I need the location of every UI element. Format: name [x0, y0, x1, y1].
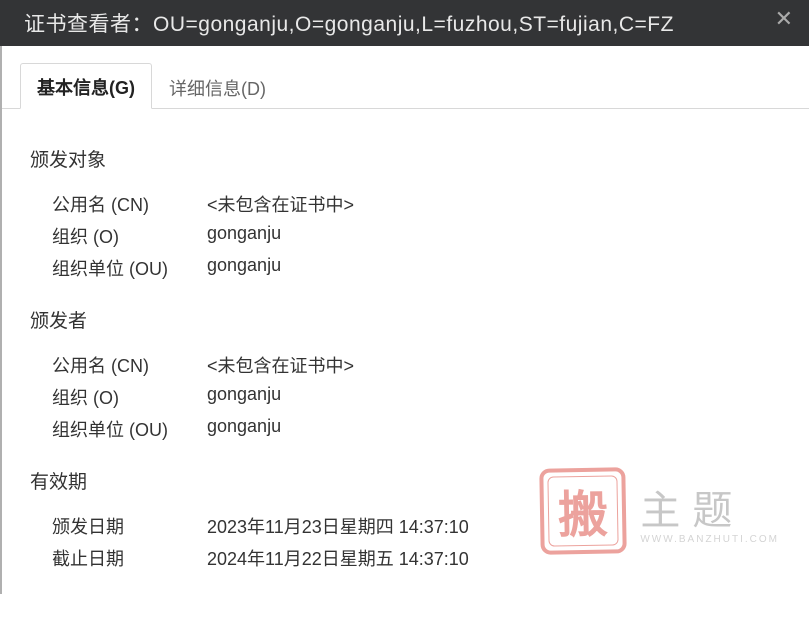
section-heading-subject: 颁发对象: [30, 145, 781, 172]
close-icon[interactable]: ✕: [769, 6, 799, 32]
field-value-cn: <未包含在证书中>: [207, 191, 354, 217]
dialog-title: 证书查看者：OU=gonganju,O=gonganju,L=fuzhou,ST…: [24, 8, 674, 38]
field-value-ou: gonganju: [207, 255, 281, 281]
field-value-cn: <未包含在证书中>: [207, 352, 354, 378]
field-row: 组织 (O) gonganju: [30, 220, 781, 252]
field-value-expires: 2024年11月22日星期五 14:37:10: [207, 545, 469, 571]
field-row: 截止日期 2024年11月22日星期五 14:37:10: [30, 542, 781, 574]
field-label-o: 组织 (O): [52, 384, 207, 410]
field-label-cn: 公用名 (CN): [52, 191, 207, 217]
field-value-issued: 2023年11月23日星期四 14:37:10: [207, 513, 469, 539]
dialog-titlebar: 证书查看者：OU=gonganju,O=gonganju,L=fuzhou,ST…: [0, 0, 809, 46]
tab-panel-basic: 颁发对象 公用名 (CN) <未包含在证书中> 组织 (O) gonganju …: [2, 109, 809, 594]
field-row: 组织单位 (OU) gonganju: [30, 252, 781, 284]
field-label-issued: 颁发日期: [52, 513, 207, 539]
field-value-ou: gonganju: [207, 416, 281, 442]
field-label-cn: 公用名 (CN): [52, 352, 207, 378]
tab-basic-info[interactable]: 基本信息(G): [20, 63, 152, 109]
tab-details[interactable]: 详细信息(D): [152, 64, 283, 109]
field-row: 公用名 (CN) <未包含在证书中>: [30, 349, 781, 381]
section-heading-issuer: 颁发者: [30, 306, 781, 333]
field-value-o: gonganju: [207, 384, 281, 410]
field-row: 公用名 (CN) <未包含在证书中>: [30, 188, 781, 220]
field-row: 组织单位 (OU) gonganju: [30, 413, 781, 445]
field-label-o: 组织 (O): [52, 223, 207, 249]
field-row: 颁发日期 2023年11月23日星期四 14:37:10: [30, 510, 781, 542]
tabs: 基本信息(G) 详细信息(D): [2, 62, 809, 109]
section-heading-validity: 有效期: [30, 467, 781, 494]
field-label-ou: 组织单位 (OU): [52, 255, 207, 281]
field-value-o: gonganju: [207, 223, 281, 249]
field-row: 组织 (O) gonganju: [30, 381, 781, 413]
toolbar-gap: [0, 46, 809, 62]
field-label-ou: 组织单位 (OU): [52, 416, 207, 442]
dialog-content: 基本信息(G) 详细信息(D) 颁发对象 公用名 (CN) <未包含在证书中> …: [0, 62, 809, 594]
field-label-expires: 截止日期: [52, 545, 207, 571]
